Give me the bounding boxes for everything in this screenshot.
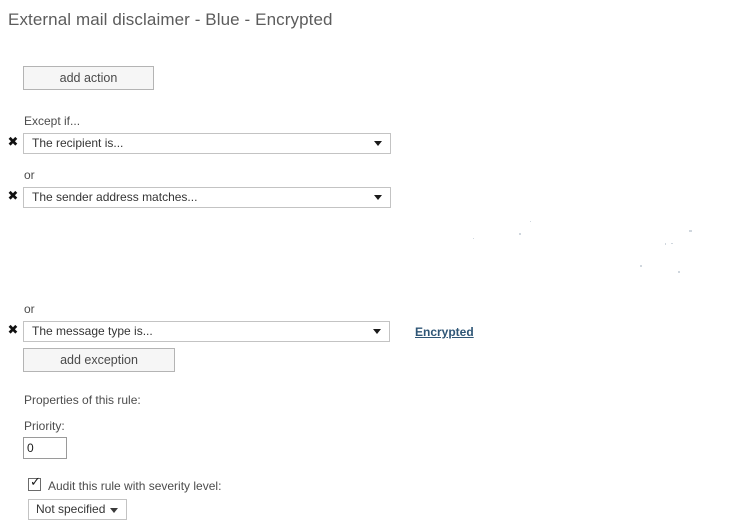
add-exception-button[interactable]: add exception [23, 348, 175, 372]
check-mark-icon: ✓ [30, 475, 41, 490]
image-noise-speckle [671, 243, 673, 244]
image-noise-speckle [640, 265, 642, 267]
exception-condition-dropdown-2[interactable]: The sender address matches... [23, 187, 391, 208]
exception-condition-dropdown-3[interactable]: The message type is... [23, 321, 390, 342]
add-action-button[interactable]: add action [23, 66, 154, 90]
chevron-down-icon [110, 508, 118, 513]
chevron-down-icon [373, 329, 381, 334]
severity-level-dropdown[interactable]: Not specified [28, 499, 127, 520]
or-label-2: or [24, 302, 35, 316]
chevron-down-icon [374, 141, 382, 146]
close-x-icon[interactable]: ✖ [6, 324, 20, 338]
audit-rule-checkbox[interactable]: ✓ [28, 475, 41, 491]
exception-condition-text-2: The sender address matches... [32, 190, 198, 204]
chevron-down-icon [374, 195, 382, 200]
image-noise-speckle [678, 271, 680, 273]
or-label-1: or [24, 168, 35, 182]
image-noise-speckle [665, 243, 666, 245]
close-x-icon[interactable]: ✖ [6, 136, 20, 150]
image-noise-speckle [519, 233, 521, 235]
image-noise-speckle [473, 238, 474, 239]
exception-condition-text-3: The message type is... [32, 324, 153, 338]
properties-section-label: Properties of this rule: [24, 393, 141, 407]
severity-level-text: Not specified [36, 502, 106, 516]
priority-input[interactable] [23, 437, 67, 459]
image-noise-speckle [530, 221, 531, 222]
exception-condition-text-1: The recipient is... [32, 136, 124, 150]
image-noise-speckle [689, 230, 692, 232]
audit-rule-label: Audit this rule with severity level: [48, 479, 222, 493]
close-x-icon[interactable]: ✖ [6, 190, 20, 204]
except-if-label: Except if... [24, 114, 81, 128]
exception-condition-dropdown-1[interactable]: The recipient is... [23, 133, 391, 154]
page-title: External mail disclaimer - Blue - Encryp… [8, 10, 333, 29]
exception-value-link-encrypted[interactable]: Encrypted [415, 325, 474, 339]
priority-label: Priority: [24, 419, 65, 433]
